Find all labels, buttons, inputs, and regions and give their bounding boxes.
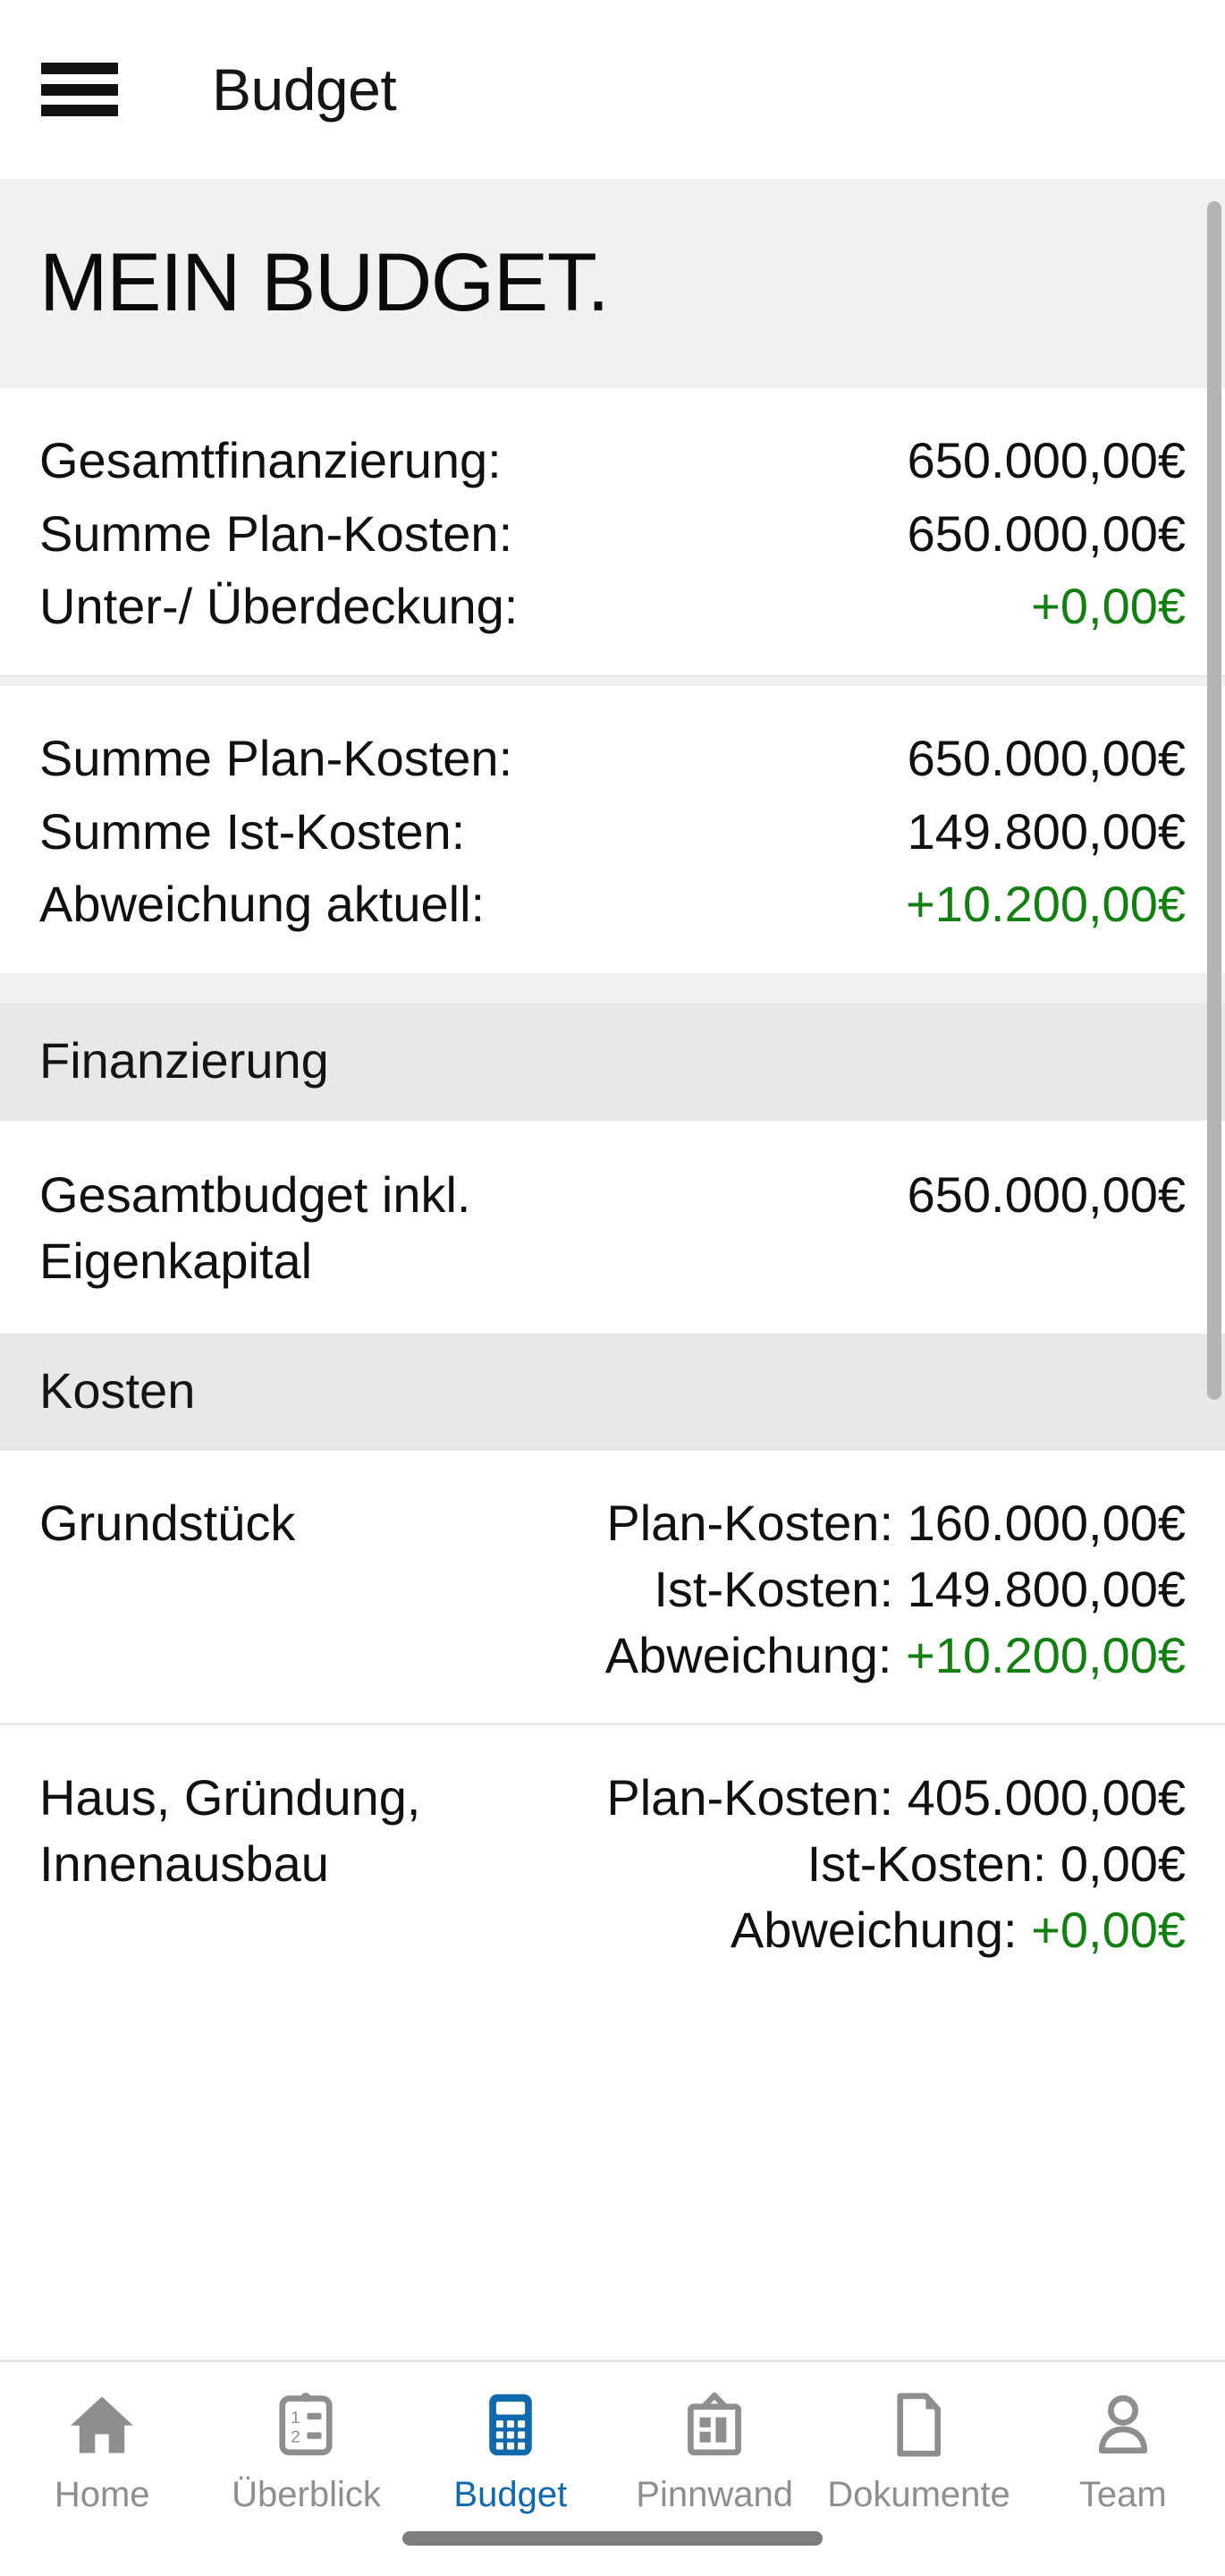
summary-label: Summe Plan-Kosten: — [39, 730, 513, 787]
tab-label: Team — [1078, 2475, 1167, 2514]
summary-value: 650.000,00€ — [907, 504, 1186, 562]
cost-plan-label: Plan-Kosten: — [606, 1768, 894, 1826]
cost-item-figures: Plan-Kosten: 160.000,00€ Ist-Kosten: 149… — [295, 1490, 1186, 1689]
cost-ist-value: 149.800,00€ — [907, 1561, 1186, 1618]
cost-ist-value: 0,00€ — [1060, 1835, 1186, 1892]
home-indicator — [402, 2531, 823, 2546]
tab-dokumente[interactable]: Dokumente — [816, 2385, 1020, 2512]
cost-item-figures: Plan-Kosten: 405.000,00€ Ist-Kosten: 0,0… — [540, 1765, 1186, 1963]
list-item-label: Gesamtbudget inkl. Eigenkapital — [39, 1166, 471, 1290]
hamburger-bar-1 — [41, 63, 118, 74]
hamburger-menu-icon[interactable] — [41, 63, 118, 116]
person-icon — [1084, 2385, 1162, 2464]
tab-label: Pinnwand — [636, 2475, 793, 2514]
cost-abweichung-value: +10.200,00€ — [906, 1627, 1186, 1684]
summary-value-positive: +0,00€ — [1031, 578, 1186, 635]
summary-row: Summe Plan-Kosten: 650.000,00€ — [39, 497, 1186, 571]
tab-label: Dokumente — [827, 2475, 1010, 2514]
clipboard-list-icon: 1 2 — [266, 2385, 345, 2464]
summary-label: Summe Plan-Kosten: — [39, 504, 513, 562]
summary-divider — [0, 675, 1225, 687]
tab-ueberblick[interactable]: 1 2 Überblick — [204, 2385, 408, 2512]
list-item-gesamtbudget[interactable]: Gesamtbudget inkl. Eigenkapital 650.000,… — [0, 1121, 1225, 1335]
summary-value: 650.000,00€ — [907, 730, 1186, 787]
tab-label: Home — [54, 2475, 150, 2514]
cost-plan-line: Plan-Kosten: 405.000,00€ — [606, 1765, 1186, 1831]
hero-title: MEIN BUDGET. — [39, 237, 610, 328]
list-item-amount: 650.000,00€ — [907, 1166, 1186, 1224]
section-header-kosten: Kosten — [0, 1334, 1225, 1452]
document-page-icon — [879, 2385, 958, 2464]
calculator-icon — [471, 2385, 550, 2464]
cost-plan-value: 405.000,00€ — [907, 1768, 1186, 1826]
cost-abweichung-line: Abweichung: +0,00€ — [731, 1897, 1186, 1963]
cost-plan-value: 160.000,00€ — [907, 1495, 1186, 1552]
hamburger-bar-2 — [41, 83, 118, 96]
cost-abweichung-line: Abweichung: +10.200,00€ — [605, 1623, 1186, 1689]
cost-ist-label: Ist-Kosten: — [654, 1561, 894, 1618]
page-title: Budget — [212, 56, 397, 123]
summary-label: Summe Ist-Kosten: — [39, 802, 466, 860]
bulletin-board-icon — [675, 2385, 754, 2464]
tab-label: Budget — [453, 2475, 568, 2514]
tab-budget[interactable]: Budget — [409, 2385, 612, 2512]
section-gap — [0, 973, 1225, 1004]
section-header-finanzierung: Finanzierung — [0, 1004, 1225, 1122]
summary-row: Unter-/ Überdeckung: +0,00€ — [39, 570, 1186, 643]
summary-label: Unter-/ Überdeckung: — [39, 578, 519, 635]
content-scroll-area[interactable]: MEIN BUDGET. Gesamtfinanzierung: 650.000… — [0, 179, 1225, 2360]
summary-block-costs: Summe Plan-Kosten: 650.000,00€ Summe Ist… — [0, 686, 1225, 974]
summary-block-financing: Gesamtfinanzierung: 650.000,00€ Summe Pl… — [0, 388, 1225, 676]
cost-abweichung-label: Abweichung: — [604, 1627, 892, 1684]
cost-ist-line: Ist-Kosten: 149.800,00€ — [654, 1556, 1186, 1623]
summary-value: 149.800,00€ — [907, 802, 1186, 860]
section-header-label: Kosten — [39, 1362, 196, 1419]
home-icon — [63, 2385, 141, 2464]
svg-text:2: 2 — [291, 2428, 301, 2447]
section-header-label: Finanzierung — [39, 1032, 329, 1089]
summary-row: Gesamtfinanzierung: 650.000,00€ — [39, 424, 1186, 497]
summary-label: Abweichung aktuell: — [39, 876, 486, 933]
summary-value: 650.000,00€ — [907, 432, 1186, 488]
tab-label: Überblick — [232, 2475, 381, 2514]
tab-team[interactable]: Team — [1021, 2385, 1225, 2512]
app-bar: Budget — [0, 0, 1225, 179]
summary-label: Gesamtfinanzierung: — [39, 432, 502, 488]
tab-home[interactable]: Home — [0, 2385, 204, 2512]
svg-text:1: 1 — [291, 2409, 301, 2428]
cost-plan-line: Plan-Kosten: 160.000,00€ — [606, 1490, 1186, 1556]
cost-plan-label: Plan-Kosten: — [606, 1495, 894, 1552]
summary-row: Abweichung aktuell: +10.200,00€ — [39, 868, 1186, 941]
cost-ist-line: Ist-Kosten: 0,00€ — [807, 1831, 1186, 1897]
summary-value-positive: +10.200,00€ — [906, 876, 1186, 933]
app-screen: Budget MEIN BUDGET. Gesamtfinanzierung: … — [0, 0, 1225, 2576]
cost-abweichung-label: Abweichung: — [730, 1901, 1018, 1958]
cost-ist-label: Ist-Kosten: — [807, 1835, 1047, 1892]
cost-item-name: Grundstück — [39, 1495, 296, 1552]
cost-abweichung-value: +0,00€ — [1031, 1901, 1186, 1958]
hamburger-bar-3 — [41, 105, 118, 116]
list-item-cost[interactable]: Grundstück Plan-Kosten: 160.000,00€ Ist-… — [0, 1451, 1225, 1723]
list-item-cost[interactable]: Haus, Gründung, Innenausbau Plan-Kosten:… — [0, 1724, 1225, 1997]
summary-row: Summe Plan-Kosten: 650.000,00€ — [39, 722, 1186, 795]
tab-pinnwand[interactable]: Pinnwand — [612, 2385, 816, 2512]
hero-banner: MEIN BUDGET. — [0, 179, 1225, 388]
summary-row: Summe Ist-Kosten: 149.800,00€ — [39, 795, 1186, 869]
cost-item-name: Haus, Gründung, Innenausbau — [39, 1768, 421, 1892]
